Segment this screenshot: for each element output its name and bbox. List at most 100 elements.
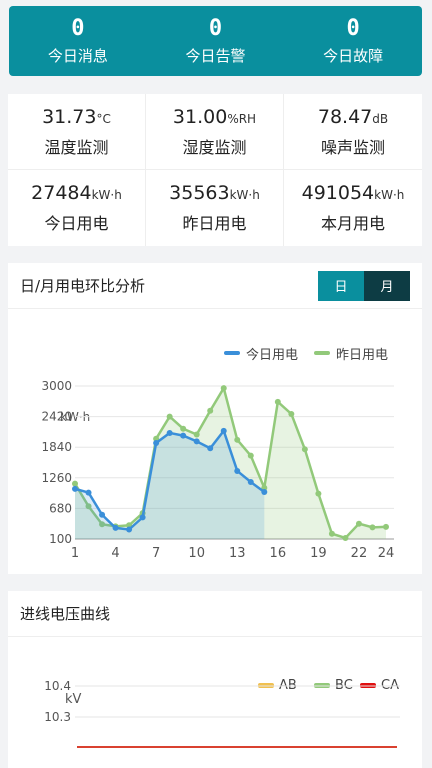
stat-value: 31.00 [172, 105, 228, 128]
yesterday-series-point [342, 534, 349, 541]
yesterday-series-point [193, 431, 200, 438]
yesterday-series-point [180, 425, 187, 432]
voltage-card: 进线电压曲线 AB BC CA kV 10.3 10.4 [8, 591, 422, 768]
messages-count: 0 [71, 15, 85, 41]
stat-temperature: 31.73°C 温度监测 [8, 94, 146, 170]
energy-legend: 今日用电 昨日用电 [224, 347, 388, 363]
y-tick-label: 100 [49, 532, 72, 546]
faults-summary[interactable]: 0 今日故障 [284, 6, 422, 76]
stat-unit: °C [96, 111, 111, 126]
today-series-point [207, 445, 214, 452]
alarms-count: 0 [208, 15, 223, 41]
stat-value: 35563 [169, 182, 230, 204]
today-series-point [247, 479, 254, 486]
stat-yesterday-energy: 35563kW·h 昨日用电 [146, 170, 284, 246]
stat-unit: kW·h [91, 188, 122, 202]
y-tick-label: 2420 [41, 410, 72, 424]
stat-unit: kW·h [374, 188, 405, 202]
stat-unit: dB [372, 111, 389, 126]
toggle-month-button[interactable]: 月 [364, 270, 410, 301]
yesterday-series-point [383, 523, 389, 530]
yesterday-series-point [207, 407, 214, 414]
y-tick-label: 3000 [41, 379, 72, 393]
stat-label: 噪声监测 [320, 137, 385, 157]
stat-label: 本月用电 [320, 214, 385, 233]
summary-card: 0 今日消息 0 今日告警 0 今日故障 [9, 6, 422, 76]
yesterday-series-point [328, 530, 335, 537]
x-tick-label: 10 [188, 546, 205, 561]
x-tick-label: 13 [229, 546, 246, 561]
yesterday-series-point [355, 520, 362, 527]
x-tick-label: 16 [270, 546, 287, 561]
voltage-card-title: 进线电压曲线 [20, 605, 111, 623]
stat-label: 昨日用电 [182, 214, 247, 233]
energy-chart: 今日用电 昨日用电kW·h10068012601840242030001 4 7 10 1… [41, 347, 395, 561]
x-tick-label: 4 [111, 546, 119, 561]
energy-comparison-card: 日/月用电环比分析 日 月 今日用电 昨日用电 kW·h 100 680 1260 1840… [8, 263, 422, 574]
y-tick-label: 1840 [41, 440, 72, 454]
today-series-point [234, 467, 241, 474]
stat-value: 27484 [31, 182, 92, 204]
x-tick-label: 19 [310, 546, 327, 561]
today-series-point [193, 438, 200, 445]
today-series-point [180, 432, 187, 439]
y-tick-label: 1260 [41, 471, 72, 485]
yesterday-series-point [247, 452, 254, 459]
voltage-card-header: 进线电压曲线 [8, 591, 422, 637]
yesterday-series-point [234, 436, 241, 443]
alarms-summary[interactable]: 0 今日告警 [147, 6, 285, 76]
stat-noise: 78.47dB 噪声监测 [284, 94, 422, 170]
legend-swatch-today [224, 351, 240, 355]
faults-count: 0 [346, 15, 360, 41]
today-series-point [220, 427, 227, 434]
stat-value: 78.47 [317, 105, 373, 128]
y-tick-label: 10.4 [44, 679, 71, 693]
yesterday-series-point [72, 480, 78, 487]
yesterday-series-point [288, 410, 295, 417]
messages-summary[interactable]: 0 今日消息 [9, 6, 147, 76]
stat-value: 491054 [301, 182, 375, 204]
today-series-point [153, 439, 160, 446]
x-tick-label: 1 [71, 546, 79, 561]
stat-month-energy: 491054kW·h 本月用电 [284, 170, 422, 246]
stat-unit: %RH [227, 111, 257, 126]
x-tick-label: 24 [378, 546, 395, 561]
today-series-point [166, 429, 173, 436]
energy-card-title: 日/月用电环比分析 [20, 277, 146, 295]
stat-humidity: 31.00%RH 湿度监测 [146, 94, 284, 170]
today-series-point [112, 524, 119, 531]
stat-unit: kW·h [229, 188, 260, 202]
today-series-point [85, 489, 92, 496]
stat-today-energy: 27484kW·h 今日用电 [8, 170, 146, 246]
stat-label: 温度监测 [44, 137, 109, 157]
stat-label: 今日用电 [44, 214, 109, 233]
yesterday-series-point [315, 490, 322, 497]
yesterday-series-point [301, 446, 308, 453]
y-axis-label: kV [65, 692, 82, 707]
y-tick-label: 680 [49, 501, 72, 515]
stat-value: 31.73 [42, 105, 97, 128]
yesterday-series-point [220, 385, 227, 392]
legend-label-today: 今日用电 [246, 347, 298, 363]
x-tick-label: 22 [351, 546, 368, 561]
yesterday-series-point [274, 398, 281, 405]
yesterday-series-point [166, 413, 173, 420]
x-tick-label: 7 [152, 546, 160, 561]
faults-label: 今日故障 [323, 46, 384, 65]
stat-label: 湿度监测 [182, 137, 247, 157]
yesterday-series-point [369, 524, 376, 531]
energy-card-header: 日/月用电环比分析 日 月 [8, 263, 422, 309]
y-tick-label: 10.3 [44, 710, 71, 724]
today-series-point [126, 526, 133, 533]
today-series-point [261, 489, 268, 496]
period-toggle: 日 月 [318, 270, 410, 301]
legend-swatch-yesterday [314, 351, 330, 355]
alarms-label: 今日告警 [185, 46, 246, 65]
today-series-point [139, 514, 146, 521]
legend-label-yesterday: 昨日用电 [336, 348, 388, 363]
voltage-chart: AB BC CAkV10.310.4 [44, 678, 400, 748]
toggle-day-button[interactable]: 日 [318, 270, 364, 301]
today-series-point [72, 485, 78, 492]
today-series-point [99, 511, 106, 518]
messages-label: 今日消息 [47, 46, 108, 65]
